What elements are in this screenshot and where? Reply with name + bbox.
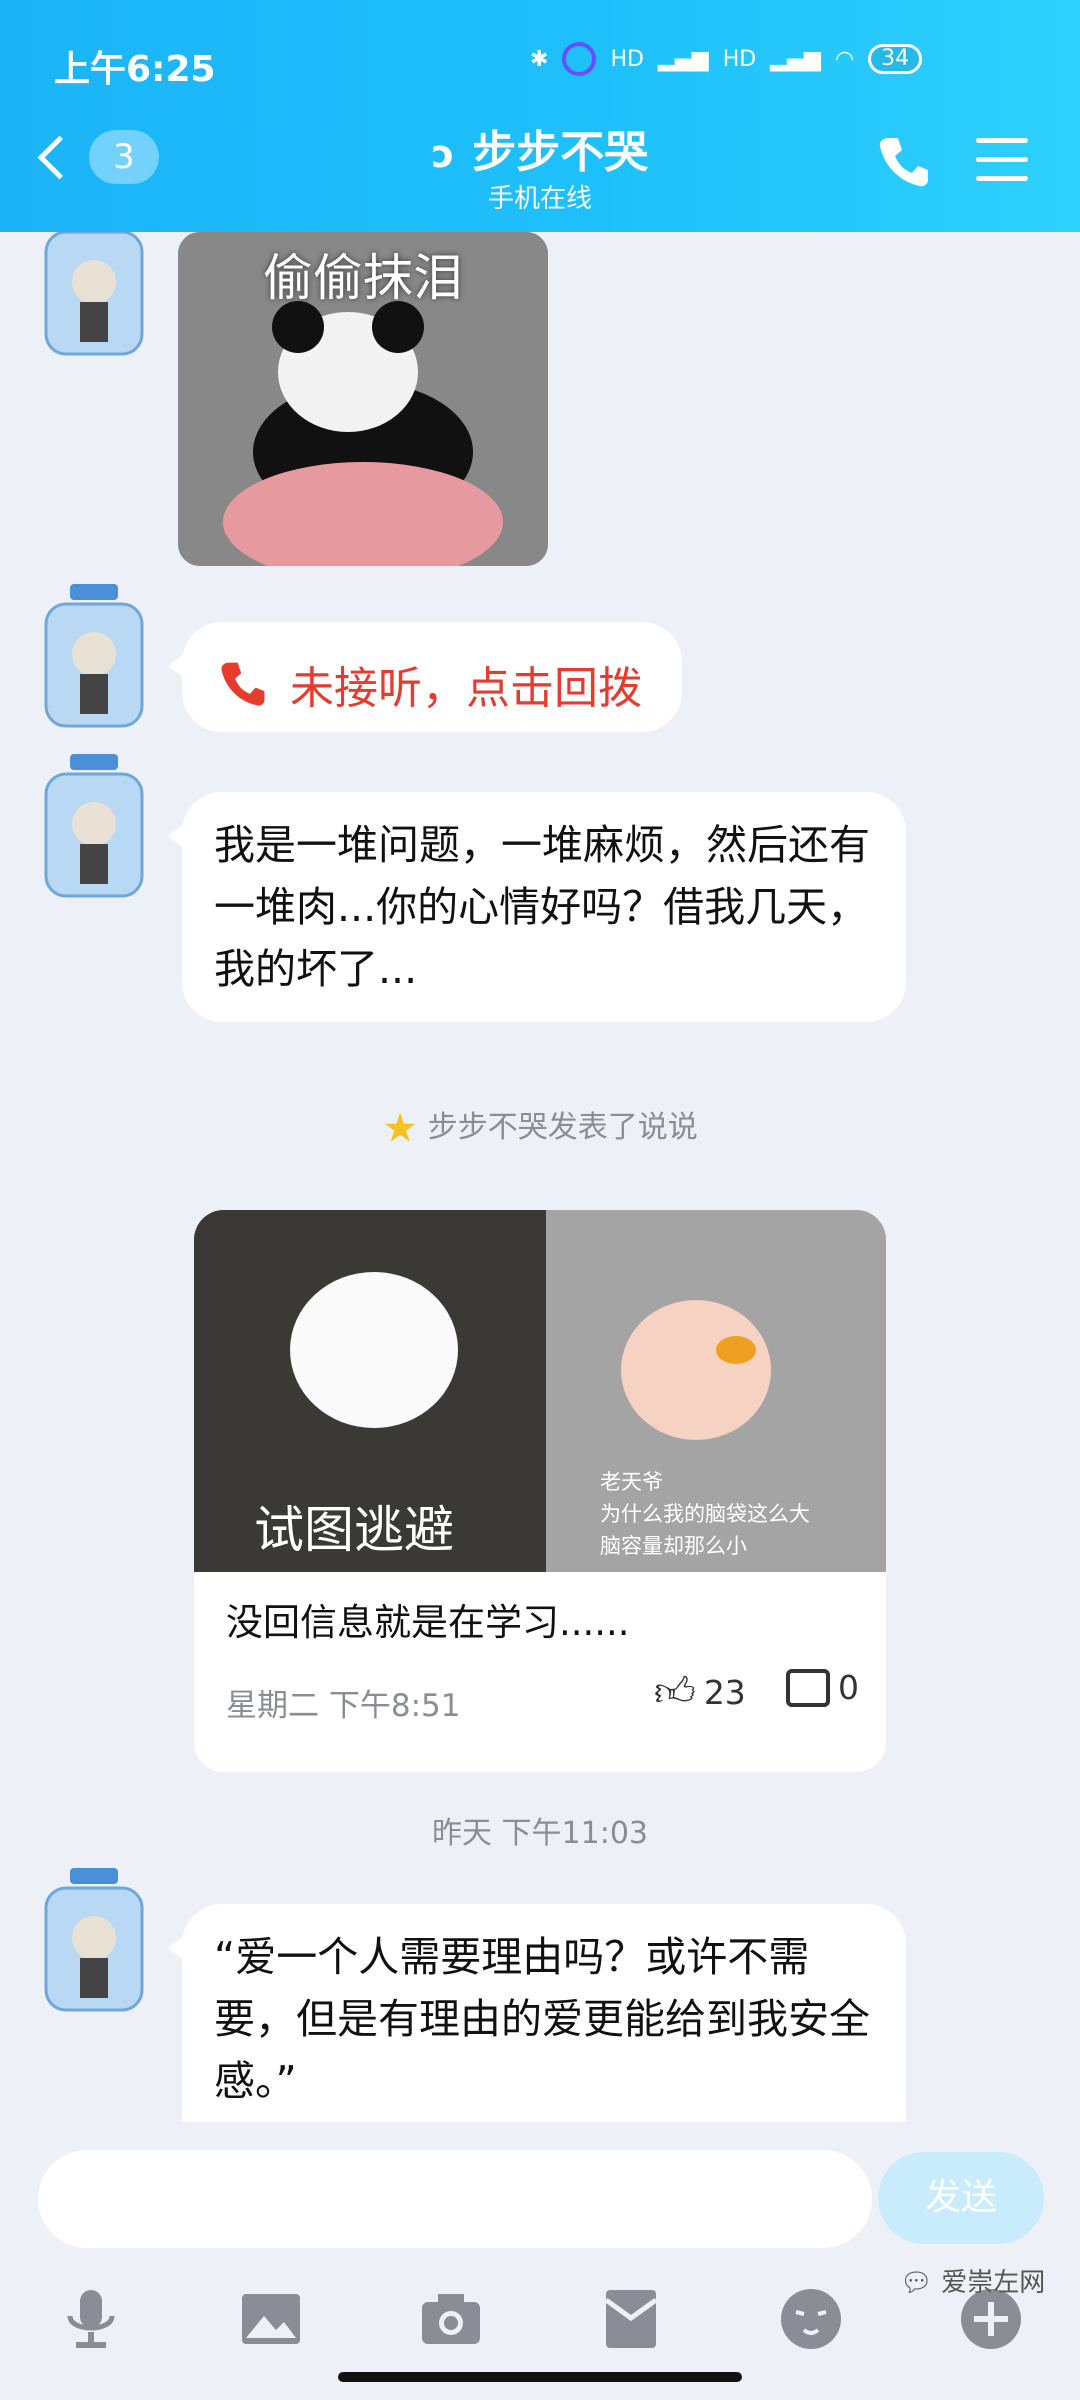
camera-icon[interactable] (416, 2284, 486, 2354)
status-icons: ✱ HD ▂▄▆ HD ▂▄▆ ◠ 34 (530, 42, 923, 76)
star-icon: ★ (382, 1105, 419, 1152)
menu-icon-bar (976, 138, 1028, 143)
post-text: 没回信息就是在学习...... (226, 1601, 630, 1644)
menu-icon-bar (976, 157, 1028, 162)
timestamp: 昨天 下午11:03 (432, 1816, 648, 1851)
message-bubble[interactable]: “爱一个人需要理由吗？或许不需要，但是有理由的爱更能给到我安全感。” (168, 1904, 906, 2122)
post-image-left: 试图逃避 (194, 1210, 546, 1572)
post-card[interactable]: 试图逃避 老天爷 为什么我的脑袋这么大 脑容量却那么小 没回信息就是在学习...… (194, 1210, 886, 1772)
phone-missed-icon (221, 662, 265, 706)
input-bar: 发送 💬︎ 爱崇左网 (0, 2122, 1080, 2400)
signal-icon: ▂▄▆ (657, 46, 709, 72)
battery-indicator: 34 (868, 44, 923, 74)
send-button[interactable]: 发送 (878, 2152, 1044, 2244)
ear-icon: ↄ (431, 132, 455, 176)
avatar[interactable] (36, 754, 152, 904)
avatar[interactable] (36, 1868, 152, 2018)
watermark: 💬︎ 爱崇左网 (900, 2262, 1045, 2299)
bluetooth-icon: ✱ (530, 46, 549, 72)
home-indicator[interactable] (338, 2372, 742, 2382)
post-time: 星期二 下午8:51 (226, 1688, 461, 1724)
signal-icon-2: ▂▄▆ (770, 46, 821, 72)
system-notice[interactable]: ★ 步步不哭发表了说说 (0, 1102, 1080, 1152)
red-packet-icon[interactable] (596, 2284, 666, 2354)
wifi-icon: ◠ (834, 46, 855, 72)
post-image-right: 老天爷 为什么我的脑袋这么大 脑容量却那么小 (546, 1210, 886, 1572)
post-image-caption: 试图逃避 (254, 1501, 454, 1559)
avatar[interactable] (36, 584, 152, 734)
menu-icon-bar (976, 176, 1028, 181)
watermark-text: 爱崇左网 (941, 2268, 1046, 2298)
message-bubble[interactable]: 我是一堆问题，一堆麻烦，然后还有一堆肉...你的心情好吗？借我几天，我的坏了..… (168, 792, 906, 1022)
message-input[interactable] (38, 2150, 872, 2248)
contact-name: 步步不哭 (472, 127, 649, 178)
menu-button[interactable] (976, 138, 1028, 195)
comment-icon (786, 1668, 830, 1707)
emoji-icon[interactable] (776, 2284, 846, 2354)
system-notice-text: 步步不哭发表了说说 (427, 1110, 698, 1145)
sticker-caption: 偷偷抹泪 (263, 249, 463, 307)
thumbs-up-icon: 👍︎ (654, 1669, 696, 1715)
ring-icon (562, 42, 597, 76)
signal-hd-label: HD (610, 46, 644, 72)
comment-button[interactable]: 0 (786, 1668, 859, 1707)
sticker-image[interactable]: 偷偷抹泪 (178, 232, 548, 566)
chat-header: 上午6:25 ✱ HD ▂▄▆ HD ▂▄▆ ◠ 34 3 ↄ 步步不哭 手机在线 (0, 0, 1080, 232)
avatar[interactable] (36, 232, 152, 362)
comment-count: 0 (838, 1668, 859, 1707)
signal-hd-label-2: HD (722, 46, 757, 72)
missed-call-label: 未接听，点击回拨 (290, 663, 642, 714)
post-image-caption-right: 老天爷 为什么我的脑袋这么大 脑容量却那么小 (600, 1470, 810, 1558)
microphone-icon[interactable] (56, 2284, 126, 2354)
missed-call-bubble[interactable]: 未接听，点击回拨 (168, 622, 682, 732)
phone-call-button[interactable] (876, 134, 932, 190)
like-count: 23 (703, 1672, 746, 1712)
like-button[interactable]: 👍︎ 23 (654, 1668, 746, 1716)
message-list[interactable]: 偷偷抹泪 未接听，点击回拨 我是一堆问题，一堆麻烦，然后还有一堆肉...你的心情… (0, 232, 1080, 2122)
image-icon[interactable] (236, 2284, 306, 2354)
wechat-icon: 💬︎ (900, 2268, 934, 2298)
status-time: 上午6:25 (54, 49, 216, 90)
